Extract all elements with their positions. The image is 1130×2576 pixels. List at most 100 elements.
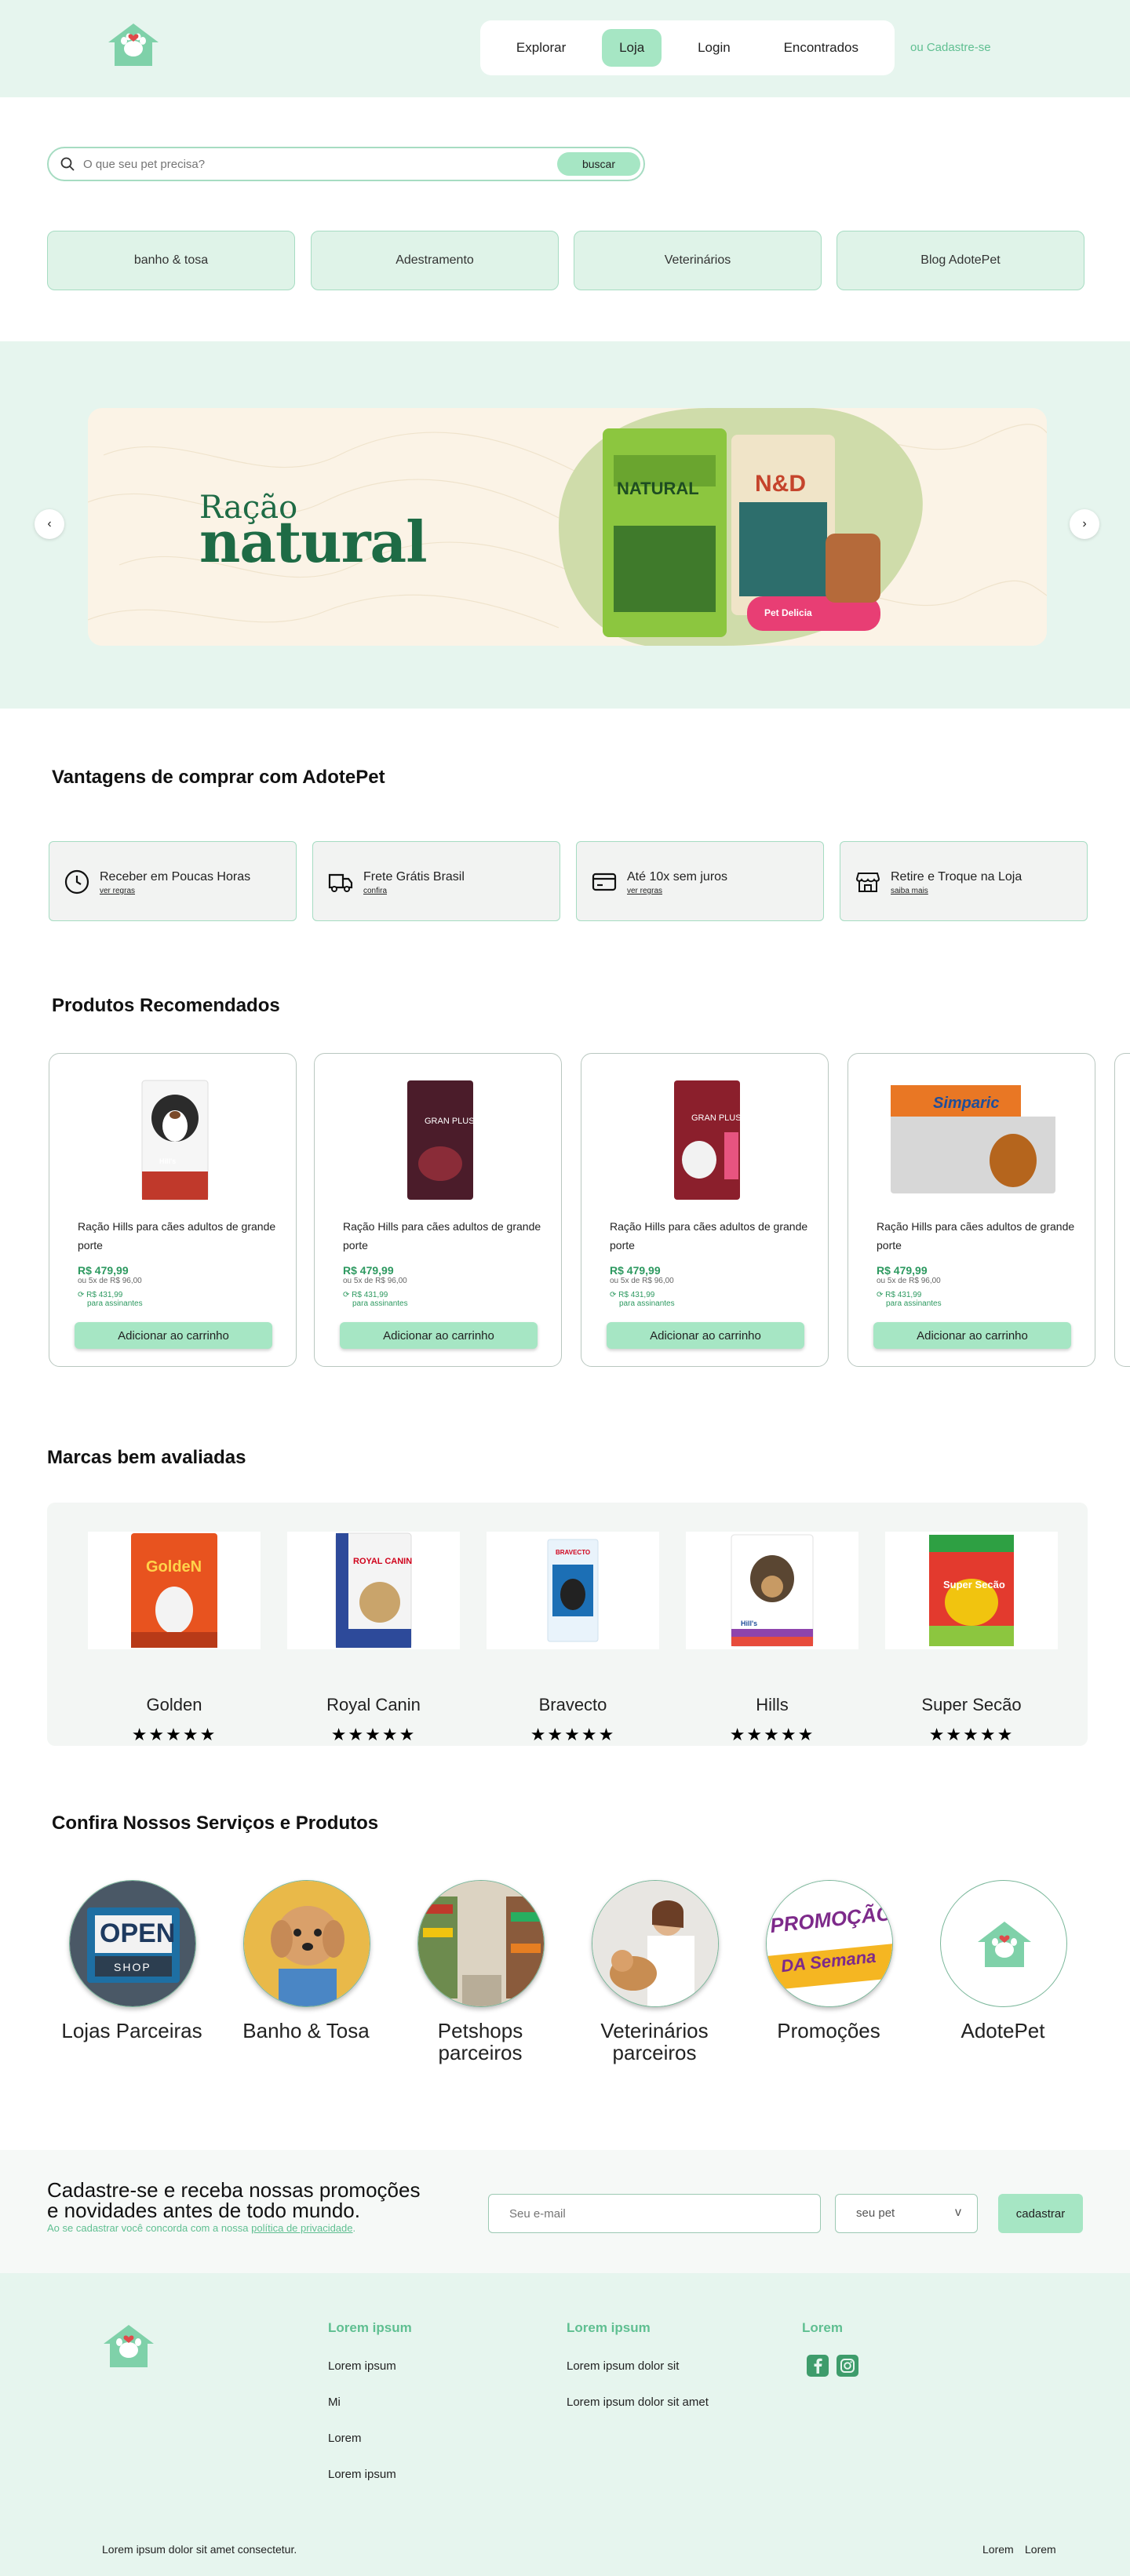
newsletter-note-suffix: . — [352, 2222, 356, 2234]
nav-encontrados[interactable]: Encontrados — [767, 29, 876, 67]
search-bar: buscar — [47, 147, 645, 181]
search-button[interactable]: buscar — [557, 152, 640, 176]
newsletter-section: Cadastre-se e receba nossas promoções e … — [0, 2150, 1130, 2273]
product-card[interactable]: GRAN PLUS Ração Hills para cães adultos … — [581, 1053, 829, 1367]
footer-link[interactable]: Lorem ipsum — [328, 2468, 396, 2481]
shop-sign-subtext: SHOP — [114, 1961, 151, 1973]
signup-button[interactable]: cadastrar — [998, 2194, 1083, 2233]
nav-explorar[interactable]: Explorar — [499, 29, 583, 67]
service-label: Veterinários parceiros — [600, 2019, 709, 2064]
banner-prev-button[interactable]: ‹ — [35, 509, 64, 539]
footer-col2-title: Lorem ipsum — [567, 2320, 651, 2335]
brand-name: Royal Canin — [326, 1695, 421, 1714]
product-price: R$ 479,99 — [877, 1264, 928, 1277]
product-name: Ração Hills para cães adultos de grande … — [78, 1220, 276, 1252]
club-price-label: para assinantes — [886, 1299, 942, 1308]
advantage-link[interactable]: ver regras — [100, 887, 135, 895]
brand-name: Hills — [756, 1695, 789, 1714]
footer-link[interactable]: Mi — [328, 2396, 341, 2409]
product-price: R$ 479,99 — [343, 1264, 394, 1277]
nav-loja[interactable]: Loja — [602, 29, 662, 67]
service-label: Petshops parceiros — [437, 2019, 523, 2064]
brands-title: Marcas bem avaliadas — [47, 1447, 246, 1468]
club-price: ⟳ R$ 431,99 para assinantes — [877, 1291, 942, 1308]
add-to-cart-button[interactable]: Adicionar ao carrinho — [607, 1322, 804, 1349]
club-price-value: R$ 431,99 — [86, 1291, 123, 1299]
email-field[interactable] — [488, 2194, 821, 2233]
clock-icon — [64, 869, 89, 894]
footer-bottom-link[interactable]: Lorem — [1025, 2543, 1056, 2556]
category-blog[interactable]: Blog AdotePet — [837, 231, 1084, 290]
signup-link[interactable]: ou Cadastre-se — [910, 41, 991, 54]
privacy-policy-link[interactable]: política de privacidade — [251, 2222, 352, 2234]
advantage-link[interactable]: saiba mais — [891, 887, 928, 895]
pet-select[interactable]: seu pet v — [835, 2194, 978, 2233]
product-card[interactable]: Hill's Ração Hills para cães adultos de … — [49, 1053, 297, 1367]
service-image — [417, 1880, 545, 2007]
footer-bottom-link[interactable]: Lorem — [982, 2543, 1014, 2556]
banner-products-image — [559, 408, 923, 646]
newsletter-heading-line2: e novidades antes de todo mundo. — [47, 2199, 360, 2222]
pet-select-value: seu pet — [856, 2206, 895, 2220]
club-price: ⟳ R$ 431,99 para assinantes — [343, 1291, 408, 1308]
nav-login[interactable]: Login — [680, 29, 748, 67]
package-label: Hill's — [159, 1157, 177, 1165]
brand-package-label: Super Secão — [943, 1579, 1005, 1590]
product-card[interactable]: Simparic Ração Hills para cães adultos d… — [848, 1053, 1095, 1367]
main-nav: Explorar Loja Login Encontrados — [480, 20, 895, 75]
club-price-label: para assinantes — [352, 1299, 408, 1308]
advantage-link[interactable]: confira — [363, 887, 387, 895]
category-banho-tosa[interactable]: banho & tosa — [47, 231, 295, 290]
package-label: GRAN PLUS — [691, 1113, 742, 1123]
advantage-title: Frete Grátis Brasil — [363, 870, 465, 884]
package-label: Simparic — [933, 1095, 1000, 1112]
footer-link[interactable]: Lorem ipsum — [328, 2359, 396, 2373]
footer-link[interactable]: Lorem ipsum dolor sit — [567, 2359, 679, 2373]
refresh-icon: ⟳ — [610, 1291, 619, 1299]
service-image — [243, 1880, 370, 2007]
chevron-left-icon: ‹ — [47, 517, 52, 530]
brand-package — [929, 1535, 1014, 1646]
footer-link[interactable]: Lorem — [328, 2432, 362, 2445]
groomed-dog-picture — [244, 1881, 370, 2006]
product-card-partial[interactable] — [1114, 1053, 1130, 1367]
add-to-cart-button[interactable]: Adicionar ao carrinho — [340, 1322, 538, 1349]
footer-logo[interactable] — [97, 2320, 160, 2376]
refresh-icon: ⟳ — [78, 1291, 87, 1299]
service-label: AdotePet — [960, 2019, 1045, 2042]
star-rating-icon: ★★★★★ — [729, 1725, 815, 1744]
can-label: Pet Delicia — [764, 607, 812, 618]
banner-title: natural — [199, 508, 428, 575]
add-to-cart-button[interactable]: Adicionar ao carrinho — [873, 1322, 1071, 1349]
club-price-label: para assinantes — [619, 1299, 675, 1308]
refresh-icon: ⟳ — [343, 1291, 352, 1299]
banner-next-button[interactable]: › — [1070, 509, 1099, 539]
bag-label-nd: N&D — [755, 471, 806, 497]
product-card[interactable]: GRAN PLUS Ração Hills para cães adultos … — [314, 1053, 562, 1367]
service-image: OPEN SHOP — [69, 1880, 196, 2007]
brand-package — [335, 1532, 412, 1649]
product-name: Ração Hills para cães adultos de grande … — [610, 1220, 808, 1252]
brand-package — [731, 1534, 814, 1647]
search-input[interactable] — [83, 155, 476, 173]
promo-banner[interactable]: Ração natural NATURAL N&D Pet Delicia — [88, 408, 1047, 646]
store-icon — [855, 873, 880, 892]
brand-package — [131, 1533, 217, 1648]
facebook-icon[interactable] — [807, 2355, 829, 2377]
star-rating-icon: ★★★★★ — [530, 1725, 616, 1744]
instagram-icon[interactable] — [837, 2355, 858, 2377]
category-adestramento[interactable]: Adestramento — [311, 231, 559, 290]
advantage-card: Receber em Poucas Horas ver regras — [49, 841, 297, 921]
truck-icon — [328, 873, 353, 892]
service-image: PROMOÇÃO DA Semana — [766, 1880, 893, 2007]
adotepet-logo[interactable] — [104, 19, 163, 75]
category-veterinarios[interactable]: Veterinários — [574, 231, 822, 290]
product-image — [674, 1080, 740, 1200]
copyright-text: Lorem ipsum dolor sit amet consectetur. — [102, 2543, 297, 2556]
add-to-cart-button[interactable]: Adicionar ao carrinho — [75, 1322, 272, 1349]
advantage-link[interactable]: ver regras — [627, 887, 662, 895]
service-label: Promoções — [777, 2019, 880, 2042]
footer-link[interactable]: Lorem ipsum dolor sit amet — [567, 2396, 709, 2409]
chevron-right-icon: › — [1082, 517, 1087, 530]
shop-sign-text: OPEN — [100, 1918, 176, 1948]
